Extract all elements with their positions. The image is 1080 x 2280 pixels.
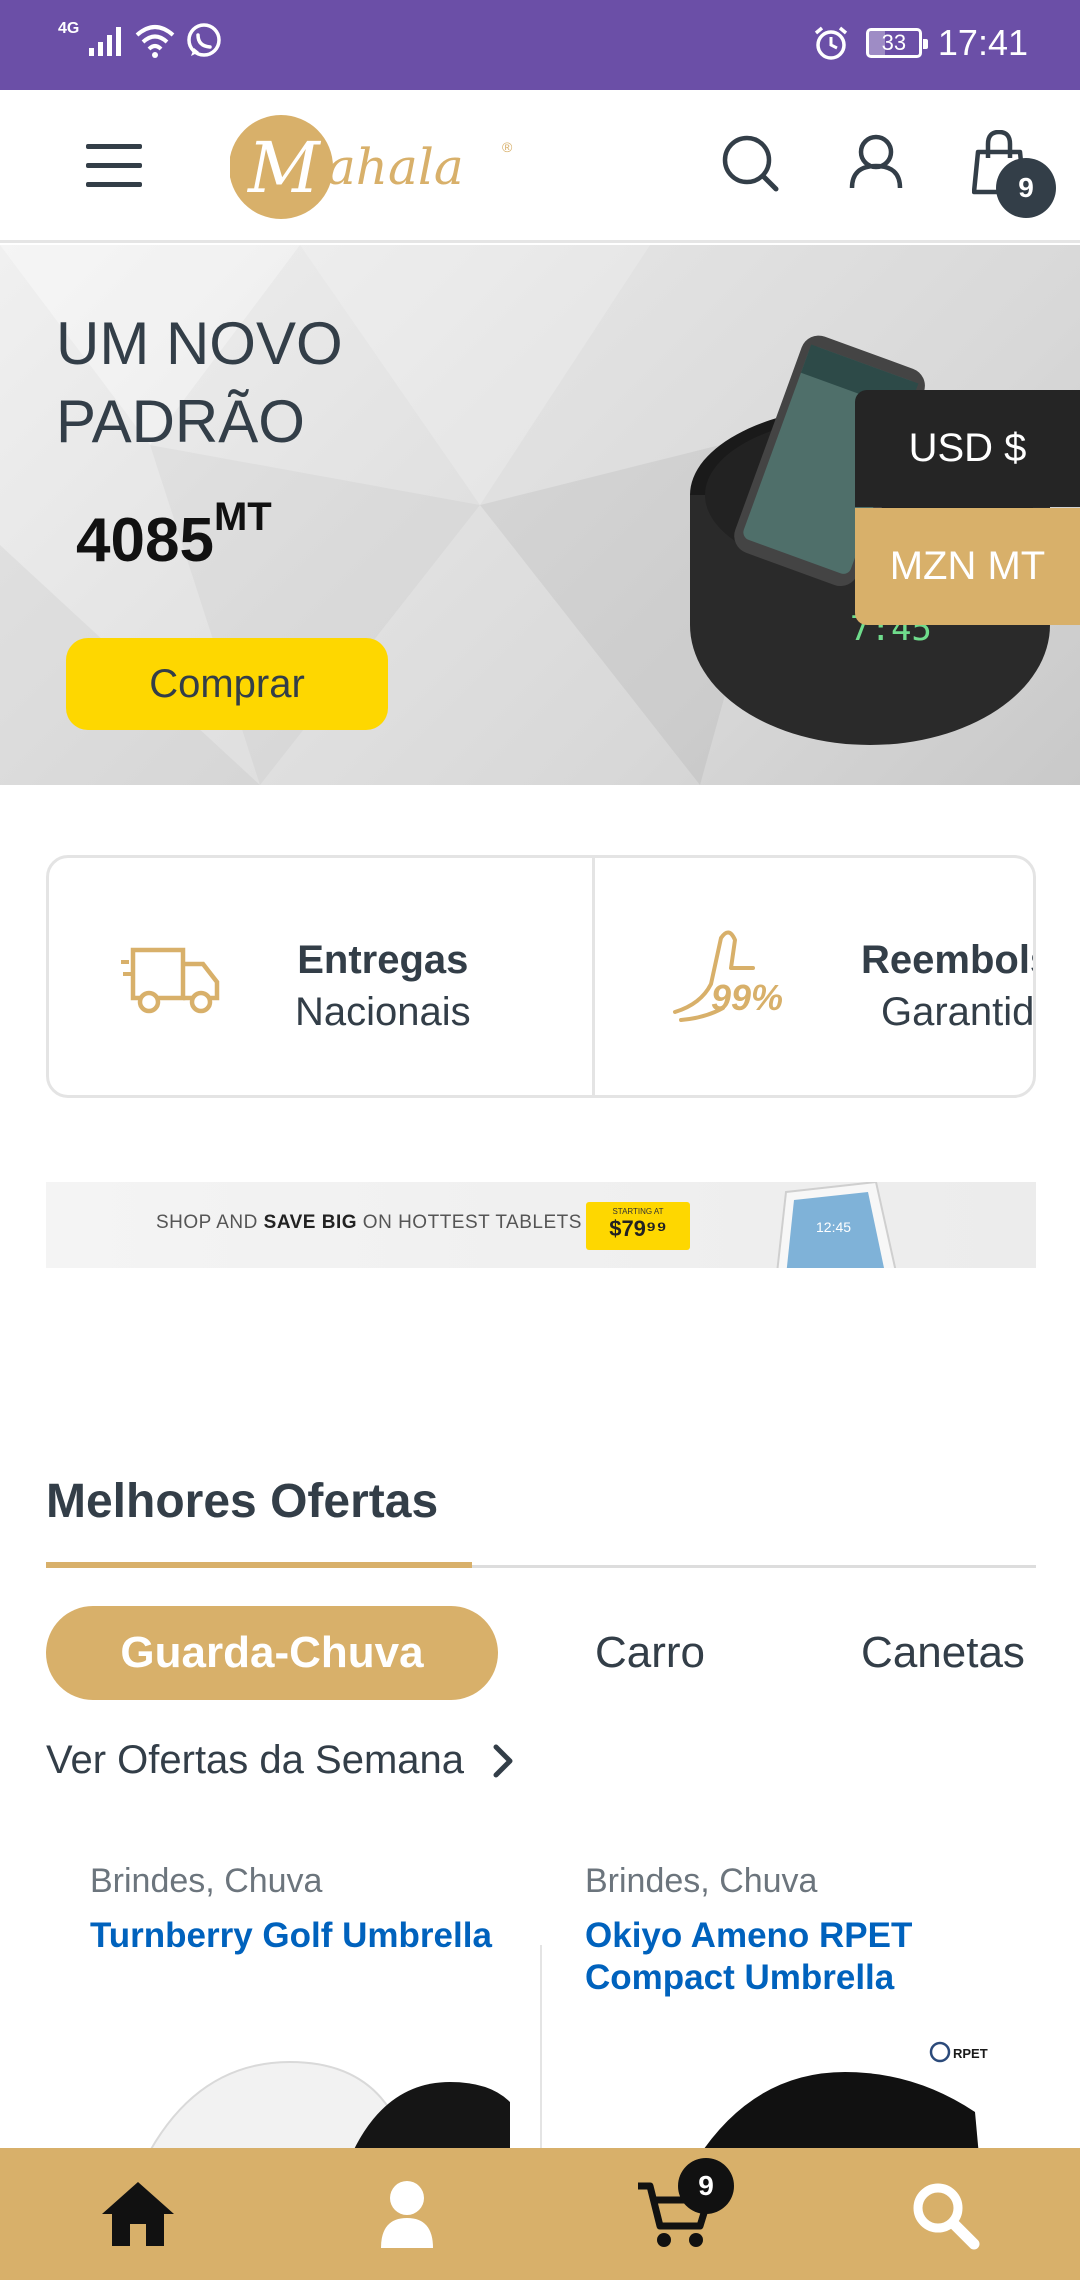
logo-trademark: ®: [502, 139, 513, 155]
bottom-nav: 9: [0, 2148, 1080, 2280]
tablet-image: 12:45: [776, 1182, 897, 1268]
product-image-umbrella: RPET: [695, 2041, 988, 2162]
logo-text: ahala: [326, 138, 464, 196]
hero-price-currency: MT: [213, 495, 272, 539]
tablet-screen-time: 12:45: [816, 1219, 851, 1235]
battery-level: 33: [881, 30, 907, 55]
product-title[interactable]: Okiyo Ameno RPET Compact Umbrella: [585, 1915, 1055, 1999]
category-link[interactable]: Brindes: [585, 1862, 700, 1900]
status-left: 4G: [58, 20, 223, 60]
menu-icon[interactable]: [86, 144, 142, 188]
feature-delivery-title: Entregas: [297, 938, 469, 982]
alarm-icon: [814, 26, 848, 60]
product-image-umbrella: [143, 2060, 510, 2162]
category-link[interactable]: Chuva: [719, 1862, 817, 1900]
signal-icon: [89, 27, 122, 56]
promo-text-bold: SAVE BIG: [263, 1212, 358, 1233]
product-card[interactable]: Brindes, Chuva Turnberry Golf Umbrella: [90, 1862, 560, 2162]
section-title: Melhores Ofertas: [46, 1475, 439, 1528]
feature-refund-text: Reembolso Garantido: [861, 934, 1035, 1038]
promo-text-post: ON HOTTEST TABLETS: [357, 1212, 582, 1233]
rpet-badge-icon: [929, 2041, 951, 2063]
hero-price-value: 4085: [76, 506, 214, 575]
promo-tag-label: STARTING AT: [612, 1207, 664, 1216]
week-deals-label: Ver Ofertas da Semana: [46, 1738, 465, 1782]
feature-delivery-text: Entregas Nacionais: [295, 934, 471, 1038]
currency-usd-button[interactable]: USD $: [855, 390, 1080, 507]
tab-guarda-chuva[interactable]: Guarda-Chuva: [46, 1606, 498, 1700]
feature-delivery: Entregas Nacionais: [49, 858, 592, 1095]
promo-text-pre: SHOP AND: [156, 1212, 264, 1233]
logo-letter: M: [246, 127, 322, 209]
user-icon[interactable]: [846, 130, 906, 200]
header-cart-count: 9: [996, 158, 1056, 218]
section-accent: [46, 1562, 472, 1568]
feature-delivery-subtitle: Nacionais: [295, 990, 471, 1034]
product-title[interactable]: Turnberry Golf Umbrella: [90, 1915, 560, 1957]
status-right: 33 17:41: [812, 22, 1028, 64]
wifi-icon: [136, 25, 175, 58]
features-carousel: Entregas Nacionais 99% Reembolso Garanti…: [46, 855, 1036, 1098]
feature-refund-subtitle: Garantido: [880, 990, 1035, 1034]
feature-refund: 99% Reembolso Garantido: [592, 858, 1035, 1095]
promo-tag-price: $79⁹⁹: [609, 1216, 667, 1241]
hero-title: UM NOVO PADRÃO: [56, 310, 343, 455]
tab-canetas[interactable]: Canetas: [836, 1606, 1050, 1700]
product-categories: Brindes, Chuva: [585, 1862, 818, 1900]
product-categories: Brindes, Chuva: [90, 1862, 323, 1900]
rpet-badge: RPET: [953, 2046, 988, 2061]
site-header: M ahala ® 9: [0, 90, 1080, 243]
promo-banner[interactable]: SHOP AND SAVE BIG ON HOTTEST TABLETS STA…: [46, 1182, 1036, 1268]
refund-percent: 99%: [711, 977, 783, 1018]
chevron-right-icon: [493, 1744, 513, 1777]
truck-icon: [121, 947, 220, 1014]
status-bar: 4G 33 17:41: [0, 0, 1080, 90]
category-link[interactable]: Chuva: [224, 1862, 322, 1900]
promo-price-tag: STARTING AT $79⁹⁹: [586, 1202, 690, 1250]
hero-price: 4085MT: [76, 495, 272, 576]
search-icon[interactable]: [906, 2178, 986, 2250]
buy-button[interactable]: Comprar: [66, 638, 388, 730]
bottom-cart-count: 9: [678, 2158, 734, 2214]
feature-refund-title: Reembolso: [861, 938, 1033, 982]
promo-text: SHOP AND SAVE BIG ON HOTTEST TABLETS: [156, 1212, 582, 1234]
currency-mzn-button[interactable]: MZN MT: [855, 508, 1080, 625]
home-icon[interactable]: [98, 2178, 178, 2250]
logo[interactable]: M ahala ®: [230, 112, 530, 222]
network-type: 4G: [58, 20, 80, 37]
product-card[interactable]: Brindes, Chuva Okiyo Ameno RPET Compact …: [585, 1862, 1055, 2162]
user-icon[interactable]: [367, 2178, 447, 2250]
clock: 17:41: [937, 22, 1028, 63]
tab-carro[interactable]: Carro: [560, 1606, 740, 1700]
week-deals-link[interactable]: Ver Ofertas da Semana: [46, 1738, 516, 1783]
thumbs-up-99-icon: 99%: [673, 930, 783, 1022]
search-icon[interactable]: [720, 130, 780, 200]
category-link[interactable]: Brindes: [90, 1862, 205, 1900]
whatsapp-icon: [187, 23, 222, 57]
battery-icon: 33: [865, 28, 928, 58]
